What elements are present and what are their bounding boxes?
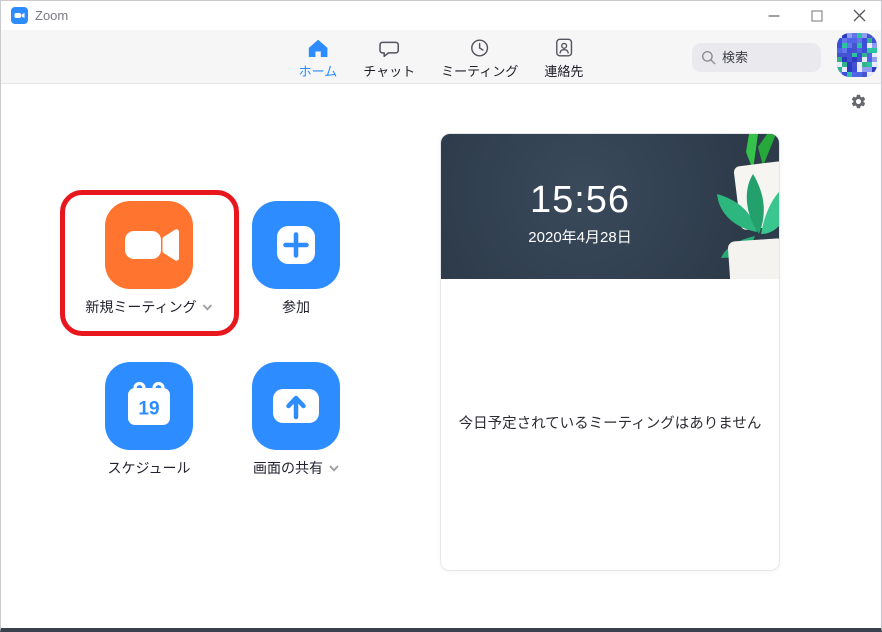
share-screen-arrow-icon (252, 362, 340, 450)
minimize-button[interactable] (752, 1, 795, 30)
schedule-label: スケジュール (107, 460, 191, 476)
tab-contacts-label: 連絡先 (544, 64, 584, 79)
plus-icon (252, 201, 340, 289)
close-button[interactable] (838, 1, 881, 30)
join-label: 参加 (282, 299, 310, 315)
chevron-down-icon[interactable] (202, 303, 213, 311)
share-screen-button[interactable]: 画面の共有 (252, 362, 340, 476)
maximize-button[interactable] (795, 1, 838, 30)
home-icon (307, 37, 328, 58)
tab-meetings-label: ミーティング (441, 64, 519, 79)
chat-icon (379, 37, 400, 58)
nav-tabs: ホーム チャット ミーティング 連絡先 (298, 37, 583, 80)
video-camera-icon (105, 201, 193, 289)
new-meeting-button[interactable]: 新規ミーティング (85, 201, 213, 315)
maximize-icon (810, 9, 823, 22)
current-time: 15:56 (529, 179, 631, 221)
tab-chat[interactable]: チャット (363, 37, 415, 80)
window-controls (752, 1, 881, 30)
search-icon (701, 50, 716, 65)
top-navbar: ホーム チャット ミーティング 連絡先 検索 (1, 30, 881, 84)
meetings-clock-icon (470, 37, 490, 58)
search-input[interactable] (722, 50, 812, 65)
calendar-day-number: 19 (138, 399, 159, 420)
no-meetings-message: 今日予定されているミーティングはありません (458, 416, 762, 432)
join-button[interactable]: 参加 (252, 201, 340, 315)
calendar-icon: 19 (105, 362, 193, 450)
chevron-down-icon[interactable] (329, 464, 339, 472)
new-meeting-label: 新規ミーティング (85, 299, 197, 315)
current-date: 2020年4月28日 (528, 228, 632, 246)
tab-home-label: ホーム (298, 64, 338, 79)
zoom-window: Zoom ホーム チャット ミーティング 連絡先 検索 新規ミーティング 参加 … (0, 0, 882, 632)
share-screen-label: 画面の共有 (253, 460, 323, 476)
tab-home[interactable]: ホーム (298, 37, 338, 80)
tab-chat-label: チャット (363, 64, 416, 79)
tab-meetings[interactable]: ミーティング (441, 37, 518, 80)
hero-clock: 15:56 2020年4月28日 (441, 179, 749, 247)
settings-gear-icon (851, 94, 865, 109)
schedule-button[interactable]: 19 スケジュール (105, 362, 193, 476)
titlebar: Zoom (1, 1, 881, 30)
close-icon (853, 9, 866, 22)
minimize-icon (768, 14, 779, 17)
home-content: 新規ミーティング 参加 19 スケジュール 画面の共有 15:56 2020年4… (1, 84, 881, 627)
settings-button[interactable] (849, 93, 867, 111)
search-box[interactable] (692, 43, 821, 72)
panel-hero-image: 15:56 2020年4月28日 (441, 134, 779, 279)
tab-contacts[interactable]: 連絡先 (544, 37, 583, 80)
contacts-icon (554, 37, 573, 58)
avatar[interactable] (837, 33, 877, 77)
meetings-panel: 15:56 2020年4月28日 今日予定されているミーティングはありません (440, 133, 780, 571)
window-title: Zoom (35, 8, 69, 23)
zoom-logo-icon (11, 7, 28, 24)
